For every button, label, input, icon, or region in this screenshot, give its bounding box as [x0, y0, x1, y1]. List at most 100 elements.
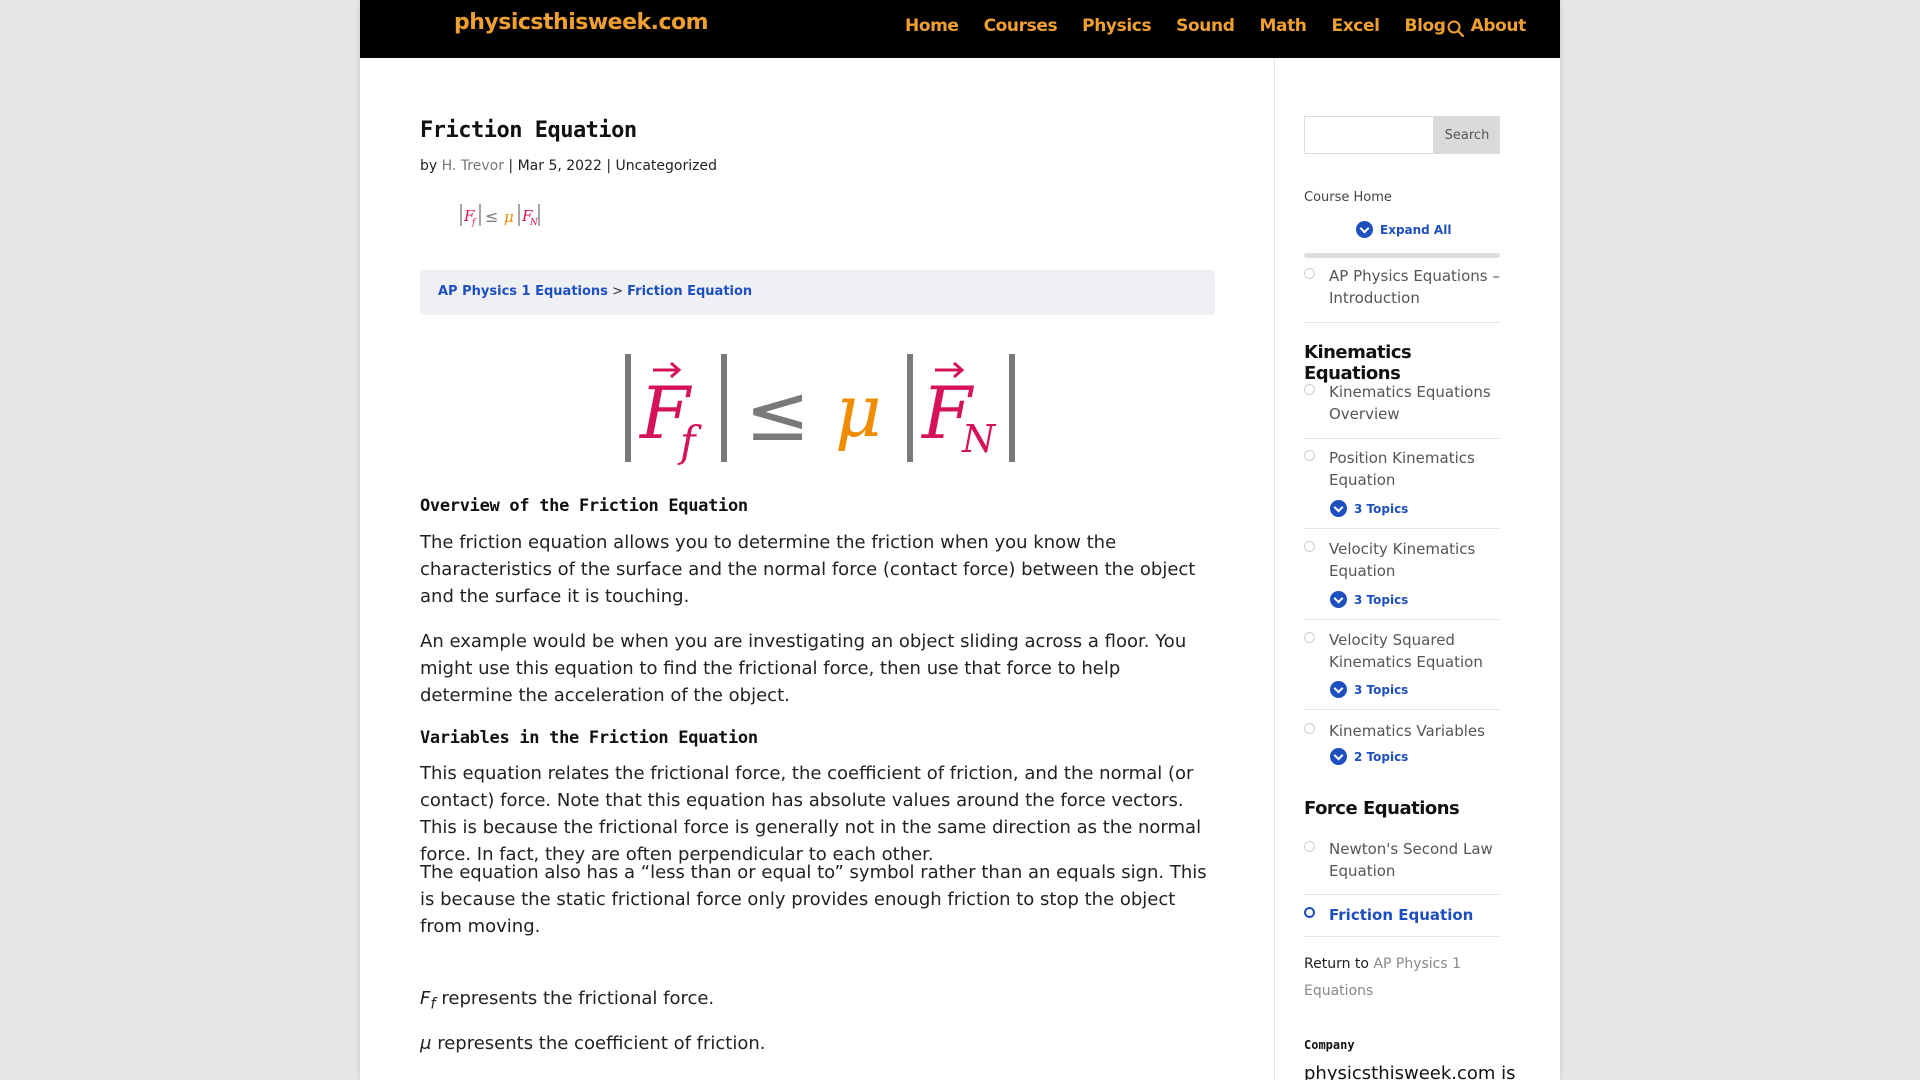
breadcrumb-parent-link[interactable]: AP Physics 1 Equations: [438, 284, 608, 299]
divider: [1304, 894, 1500, 895]
lesson-label: Kinematics Equations Overview: [1329, 383, 1491, 423]
lesson-item-active[interactable]: Friction Equation: [1304, 904, 1500, 926]
meta-by: by: [420, 158, 438, 174]
lesson-item[interactable]: Position Kinematics Equation: [1304, 447, 1500, 491]
expand-all-button[interactable]: Expand All: [1356, 221, 1451, 238]
lesson-item[interactable]: Kinematics Variables: [1304, 720, 1500, 742]
lesson-label: Newton's Second Law Equation: [1329, 840, 1493, 880]
nav-sound[interactable]: Sound: [1176, 16, 1235, 36]
course-progress-bar: [1304, 253, 1500, 258]
lesson-topics-toggle[interactable]: 3 Topics: [1330, 500, 1408, 517]
topics-count: 3 Topics: [1354, 501, 1409, 516]
variable-description: represents the frictional force.: [441, 988, 715, 1009]
paragraph: An example would be when you are investi…: [420, 631, 1187, 706]
meta-date: Mar 5, 2022: [517, 158, 602, 174]
lesson-topics-toggle[interactable]: 3 Topics: [1330, 591, 1408, 608]
divider: [1304, 936, 1500, 937]
lesson-label: AP Physics Equations – Introduction: [1329, 267, 1500, 307]
divider: [1304, 528, 1500, 529]
breadcrumb-current-link[interactable]: Friction Equation: [627, 284, 752, 299]
lesson-item[interactable]: Velocity Squared Kinematics Equation: [1304, 629, 1500, 673]
equation-N-subscript: N: [961, 417, 997, 461]
variable-line: Ff represents the frictional force.: [420, 985, 1215, 1018]
lesson-label: Friction Equation: [1329, 906, 1474, 924]
variable-subscript: f: [430, 994, 436, 1013]
divider: [1304, 438, 1500, 439]
top-navbar: physicsthisweek.com Home Courses Physics…: [360, 0, 1560, 58]
nav-excel[interactable]: Excel: [1332, 16, 1380, 36]
topics-count: 2 Topics: [1354, 749, 1409, 764]
return-to: Return to AP Physics 1 Equations: [1304, 951, 1500, 1005]
meta-separator: |: [606, 158, 612, 174]
page: physicsthisweek.com Home Courses Physics…: [360, 0, 1560, 1080]
lesson-item[interactable]: AP Physics Equations – Introduction: [1304, 265, 1500, 309]
thumb-leq-symbol: ≤: [485, 207, 498, 226]
variable-symbol: F: [420, 988, 431, 1009]
nav-physics[interactable]: Physics: [1082, 16, 1151, 36]
chevron-down-icon: [1330, 681, 1347, 698]
nav-math[interactable]: Math: [1259, 16, 1306, 36]
post-meta: by H. Trevor | Mar 5, 2022 | Uncategoriz…: [420, 158, 717, 174]
lesson-status-icon: [1304, 841, 1315, 852]
lesson-item[interactable]: Kinematics Equations Overview: [1304, 381, 1500, 425]
return-to-label: Return to: [1304, 956, 1369, 972]
lesson-status-icon: [1304, 541, 1315, 552]
section-heading: Variables in the Friction Equation: [420, 728, 758, 748]
course-home-link[interactable]: Course Home: [1304, 190, 1392, 205]
meta-category[interactable]: Uncategorized: [616, 158, 717, 174]
lesson-item[interactable]: Velocity Kinematics Equation: [1304, 538, 1500, 582]
paragraph: This equation relates the frictional for…: [420, 763, 1202, 865]
divider: [1304, 709, 1500, 710]
chevron-down-icon: [1330, 591, 1347, 608]
nav-about[interactable]: About: [1471, 16, 1527, 36]
lesson-status-icon: [1304, 384, 1315, 395]
lesson-label: Position Kinematics Equation: [1329, 449, 1475, 489]
variable-description: represents the coefficient of friction.: [437, 1033, 766, 1054]
post-title: Friction Equation: [420, 118, 637, 143]
lesson-label: Velocity Squared Kinematics Equation: [1329, 631, 1483, 671]
lesson-topics-toggle[interactable]: 3 Topics: [1330, 681, 1408, 698]
chevron-down-icon: [1330, 748, 1347, 765]
variable-line: μ represents the coefficient of friction…: [420, 1030, 1215, 1057]
sidebar-search-button[interactable]: Search: [1434, 116, 1500, 154]
section-title: Force Equations: [1304, 798, 1460, 819]
sidebar-divider: [1274, 58, 1275, 1080]
sidebar-search-input[interactable]: [1304, 116, 1434, 154]
lesson-status-icon: [1304, 268, 1315, 279]
paragraph: The equation also has a “less than or eq…: [420, 862, 1207, 937]
breadcrumb: AP Physics 1 Equations > Friction Equati…: [438, 284, 752, 299]
lesson-status-icon: [1304, 907, 1315, 918]
section-title: Kinematics Equations: [1304, 342, 1412, 384]
lesson-status-icon: [1304, 450, 1315, 461]
company-text: physicsthisweek.com is: [1304, 1063, 1516, 1080]
expand-all-label: Expand All: [1380, 222, 1452, 237]
variable-symbol: μ: [420, 1033, 432, 1054]
site-logo[interactable]: physicsthisweek.com: [454, 10, 709, 35]
thumb-f-subscript: f: [471, 218, 477, 228]
equation-leq-symbol: ≤: [745, 369, 810, 459]
paragraph: The friction equation allows you to dete…: [420, 532, 1196, 607]
nav-blog[interactable]: Blog: [1405, 16, 1446, 36]
equation-mu-symbol: μ: [835, 369, 882, 453]
lesson-status-icon: [1304, 723, 1315, 734]
chevron-down-icon: [1356, 221, 1373, 238]
lesson-topics-toggle[interactable]: 2 Topics: [1330, 748, 1408, 765]
nav-home[interactable]: Home: [905, 16, 959, 36]
breadcrumb-box: AP Physics 1 Equations > Friction Equati…: [420, 270, 1215, 315]
nav-courses[interactable]: Courses: [984, 16, 1058, 36]
section-heading: Overview of the Friction Equation: [420, 496, 748, 516]
equation-thumbnail: F f ≤ μ F N: [460, 204, 540, 228]
search-icon[interactable]: [1446, 19, 1466, 39]
lesson-item[interactable]: Newton's Second Law Equation: [1304, 838, 1500, 882]
topics-count: 3 Topics: [1354, 682, 1409, 697]
chevron-down-icon: [1330, 500, 1347, 517]
company-heading: Company: [1304, 1038, 1355, 1052]
divider: [1304, 322, 1500, 323]
friction-equation-image: F f ≤ μ F N: [625, 354, 1015, 466]
thumb-N-subscript: N: [529, 218, 539, 228]
meta-author-link[interactable]: H. Trevor: [442, 158, 504, 174]
lesson-status-icon: [1304, 632, 1315, 643]
lesson-label: Kinematics Variables: [1329, 722, 1485, 740]
divider: [1304, 619, 1500, 620]
thumb-mu-symbol: μ: [504, 208, 514, 226]
